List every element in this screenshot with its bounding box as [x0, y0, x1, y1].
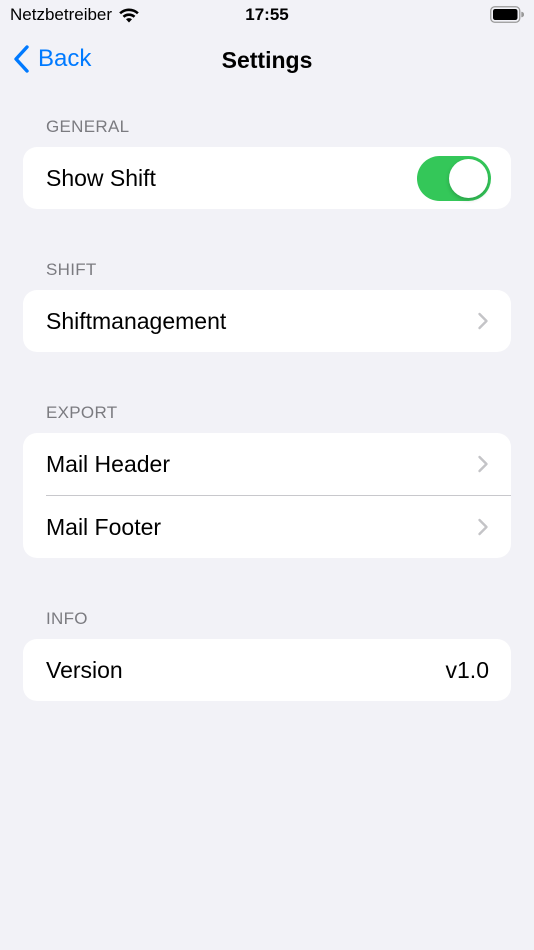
shiftmanagement-label: Shiftmanagement — [46, 307, 227, 334]
version-label: Version — [46, 656, 123, 683]
row-mail-header[interactable]: Mail Header — [23, 433, 511, 495]
section-header-general: GENERAL — [46, 117, 130, 136]
row-show-shift: Show Shift — [23, 147, 511, 209]
group-shift: Shiftmanagement — [23, 290, 511, 352]
battery-icon — [490, 6, 524, 23]
chevron-right-icon — [478, 312, 488, 330]
show-shift-label: Show Shift — [46, 164, 156, 191]
section-header-shift: SHIFT — [46, 260, 97, 279]
row-mail-footer[interactable]: Mail Footer — [23, 496, 511, 558]
chevron-right-icon — [478, 455, 488, 473]
mail-header-label: Mail Header — [46, 450, 170, 477]
toggle-knob — [449, 158, 488, 198]
row-shiftmanagement[interactable]: Shiftmanagement — [23, 290, 511, 352]
page-title: Settings — [221, 47, 313, 73]
status-time: 17:55 — [245, 5, 289, 24]
section-header-export: EXPORT — [46, 403, 118, 422]
row-version: Version v1.0 — [23, 639, 511, 701]
group-info: Version v1.0 — [23, 639, 511, 701]
section-header-info: INFO — [46, 609, 88, 628]
group-general: Show Shift — [23, 147, 511, 209]
show-shift-toggle[interactable] — [417, 155, 491, 201]
status-bar: Netzbetreiber 17:55 — [0, 0, 534, 30]
group-export: Mail Header Mail Footer — [23, 433, 511, 558]
navigation-bar: Back Settings — [0, 38, 534, 82]
mail-footer-label: Mail Footer — [46, 513, 162, 540]
version-value: v1.0 — [445, 656, 489, 683]
chevron-right-icon — [478, 518, 488, 536]
